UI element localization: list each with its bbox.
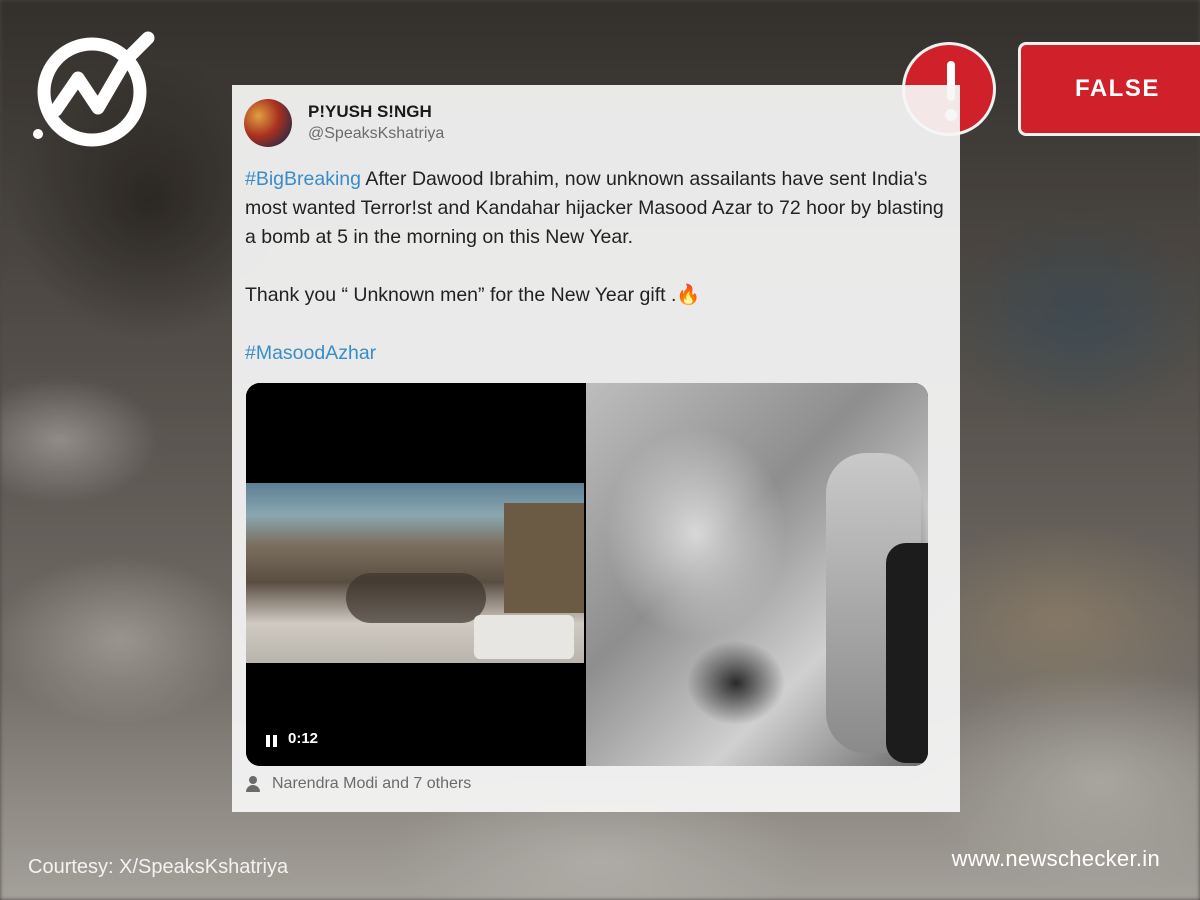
- video-frame: [246, 483, 584, 663]
- courtesy-credit: Courtesy: X/SpeaksKshatriya: [28, 856, 289, 878]
- tweet-text: #BigBreaking After Dawood Ibrahim, now u…: [245, 165, 945, 368]
- fire-icon: 🔥: [676, 284, 701, 306]
- author-handle[interactable]: @SpeaksKshatriya: [308, 125, 444, 143]
- person-icon: [246, 776, 260, 792]
- hashtag-link[interactable]: #MasoodAzhar: [245, 342, 376, 364]
- author-name[interactable]: P!YUSH S!NGH: [308, 102, 432, 122]
- tweet-media: 0:12: [246, 383, 928, 766]
- video-player[interactable]: 0:12: [246, 383, 584, 766]
- tweet-card: P!YUSH S!NGH @SpeaksKshatriya #BigBreaki…: [232, 85, 960, 812]
- liked-by-text: Narendra Modi and 7 others: [272, 775, 472, 792]
- site-url: www.newschecker.in: [951, 846, 1160, 871]
- video-timestamp: 0:12: [288, 730, 319, 747]
- hashtag-link[interactable]: #BigBreaking: [245, 168, 361, 190]
- pause-icon[interactable]: [266, 735, 278, 747]
- liked-by[interactable]: Narendra Modi and 7 others: [246, 775, 471, 793]
- avatar[interactable]: [244, 99, 292, 147]
- tweet-photo[interactable]: [586, 383, 928, 766]
- verdict-badge: FALSE: [1018, 42, 1200, 136]
- tweet-text-part: Thank you “ Unknown men” for the New Yea…: [245, 284, 677, 306]
- newschecker-logo-icon: [33, 31, 155, 147]
